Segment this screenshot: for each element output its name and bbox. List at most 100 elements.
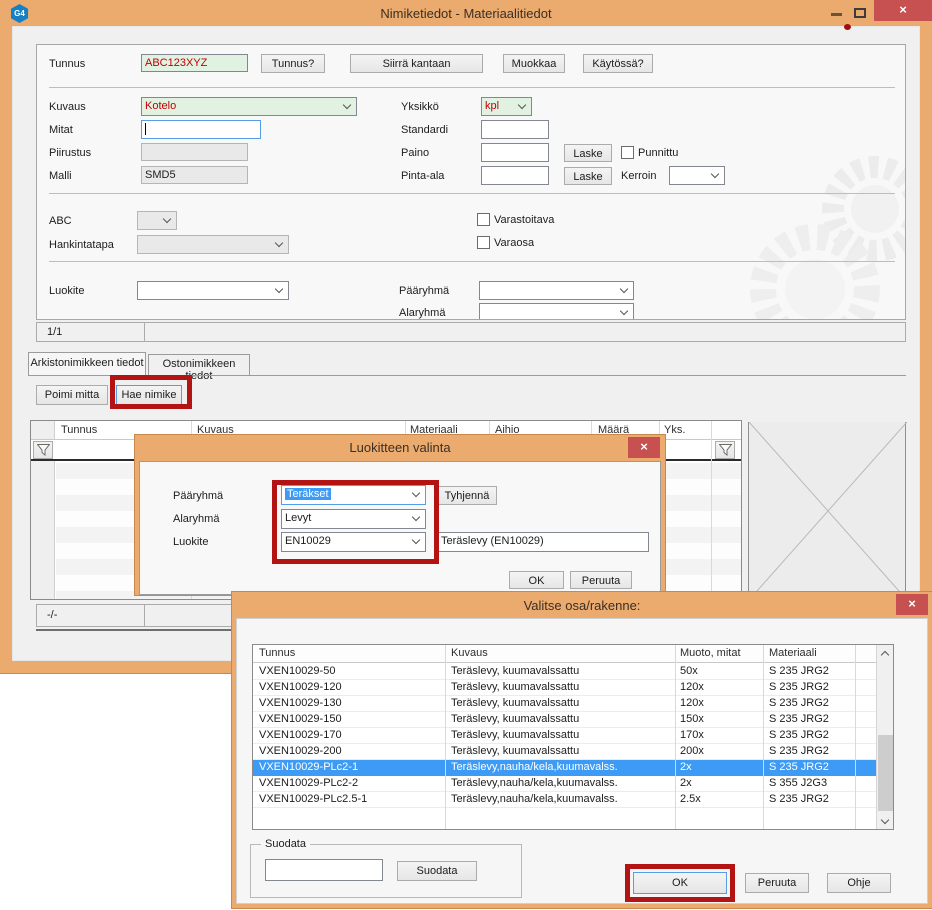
laske-paino-button[interactable]: Laske [564,144,612,162]
table-cell: S 235 JRG2 [769,713,853,725]
mitat-input[interactable] [141,120,261,139]
kaytossa-button[interactable]: Käytössä? [583,54,653,73]
maximize-button[interactable] [849,4,871,22]
laske-pinta-ala-button[interactable]: Laske [564,167,612,185]
table-cell: S 235 JRG2 [769,745,853,757]
poimi-mitta-button[interactable]: Poimi mitta [36,385,108,405]
dlg-ok-button[interactable]: OK [509,571,564,589]
table-cell: Teräslevy, kuumavalssattu [451,745,671,757]
suodata-input[interactable] [265,859,383,881]
tunnus-input[interactable]: ABC123XYZ [141,54,248,72]
paaryhma-combobox[interactable] [479,281,634,300]
table-row[interactable]: VXEN10029-130Teräslevy, kuumavalssattu12… [253,696,876,712]
chevron-down-icon [620,285,628,293]
divider [49,193,895,194]
status-count: -/- [47,609,57,621]
column-separator [711,421,712,599]
scroll-down-button[interactable] [877,813,894,829]
column-separator [763,645,764,829]
parts-header-muoto[interactable]: Muoto, mitat [680,647,741,659]
table-row[interactable]: VXEN10029-PLc2-1Teräslevy,nauha/kela,kuu… [253,760,876,776]
valitse-ohje-button[interactable]: Ohje [827,873,891,893]
dlg-luokite-combobox[interactable]: EN10029 [281,532,426,552]
kerroin-label: Kerroin [621,170,656,182]
column-separator [445,645,446,829]
scroll-thumb[interactable] [878,735,893,811]
divider [49,87,895,88]
varaosa-checkbox[interactable] [477,236,490,249]
hankintatapa-combobox[interactable] [137,235,289,254]
filter-funnel-button-left[interactable] [33,441,53,459]
valitse-dialog-close-button[interactable]: × [896,594,928,615]
table-row[interactable]: VXEN10029-PLc2.5-1Teräslevy,nauha/kela,k… [253,792,876,808]
punnittu-checkbox[interactable] [621,146,634,159]
preview-placeholder [748,422,906,600]
luokite-dialog-close-button[interactable]: × [628,437,660,458]
main-titlebar[interactable]: G4 Nimiketiedot - Materiaalitiedot × [0,0,932,26]
hae-nimike-button[interactable]: Hae nimike [116,385,182,405]
placeholder-cross-icon [749,422,907,600]
scroll-up-button[interactable] [877,645,894,661]
table-cell: S 235 JRG2 [769,665,853,677]
paino-input[interactable] [481,143,549,162]
chevron-down-icon [275,285,283,293]
valitse-peruuta-button[interactable]: Peruuta [745,873,809,893]
table-cell: Teräslevy,nauha/kela,kuumavalss. [451,793,671,805]
parts-header-tunnus[interactable]: Tunnus [259,647,295,659]
dlg-luokite-desc-input[interactable]: Teräslevy (EN10029) [437,532,649,552]
chevron-down-icon [275,239,283,247]
table-row[interactable]: VXEN10029-200Teräslevy, kuumavalssattu20… [253,744,876,760]
dlg-alaryhma-label: Alaryhmä [173,513,219,525]
dlg-alaryhma-combobox[interactable]: Levyt [281,509,426,529]
kuvaus-combobox[interactable]: Kotelo [141,97,357,116]
table-row[interactable]: VXEN10029-120Teräslevy, kuumavalssattu12… [253,680,876,696]
table-row[interactable]: VXEN10029-170Teräslevy, kuumavalssattu17… [253,728,876,744]
pinta-ala-input[interactable] [481,166,549,185]
dlg-paaryhma-combobox[interactable]: Teräkset [281,485,426,505]
dlg-paaryhma-value: Teräkset [285,488,331,500]
alaryhma-combobox[interactable] [479,303,634,320]
table-row[interactable]: VXEN10029-150Teräslevy, kuumavalssattu15… [253,712,876,728]
valitse-ok-button[interactable]: OK [633,872,727,894]
table-cell: S 355 J2G3 [769,777,853,789]
table-row[interactable]: VXEN10029-50Teräslevy, kuumavalssattu50x… [253,664,876,680]
screen: G4 Nimiketiedot - Materiaalitiedot × Tun… [0,0,932,910]
parts-header-materiaali[interactable]: Materiaali [769,647,817,659]
dlg-peruuta-button[interactable]: Peruuta [570,571,632,589]
parts-header-kuvaus[interactable]: Kuvaus [451,647,488,659]
grid-header-yks[interactable]: Yks. [664,424,685,436]
paaryhma-label: Pääryhmä [399,285,449,297]
table-cell: Teräslevy, kuumavalssattu [451,729,671,741]
malli-input: SMD5 [141,166,248,184]
chevron-down-icon [343,101,351,109]
abc-combobox[interactable] [137,211,177,230]
luokite-combobox[interactable] [137,281,289,300]
vertical-scrollbar[interactable] [876,645,893,829]
tab-arkistonimikkeen-tiedot[interactable]: Arkistonimikkeen tiedot [28,352,146,375]
valitse-dialog-title: Valitse osa/rakenne: [232,598,932,613]
tab-baseline [28,375,906,376]
grid-header-tunnus[interactable]: Tunnus [61,424,97,436]
kerroin-combobox[interactable] [669,166,725,185]
kuvaus-value: Kotelo [145,100,176,112]
close-button[interactable]: × [874,0,932,21]
minimize-button[interactable] [826,4,848,22]
table-cell: Teräslevy, kuumavalssattu [451,665,671,677]
standardi-input[interactable] [481,120,549,139]
luokite-dialog: Luokitteen valinta × Pääryhmä Teräkset T… [135,435,665,595]
table-cell: 2x [680,777,760,789]
siirra-kantaan-button[interactable]: Siirrä kantaan [350,54,483,73]
table-cell: 170x [680,729,760,741]
filter-funnel-button-right[interactable] [715,441,735,459]
yksikko-combobox[interactable]: kpl [481,97,532,116]
suodata-button[interactable]: Suodata [397,861,477,881]
tunnus-question-button[interactable]: Tunnus? [261,54,325,73]
varastoitava-checkbox[interactable] [477,213,490,226]
tyhjenna-button[interactable]: Tyhjennä [437,486,497,505]
table-cell: VXEN10029-150 [259,713,441,725]
muokkaa-button[interactable]: Muokkaa [503,54,565,73]
table-cell: VXEN10029-PLc2-2 [259,777,441,789]
status-divider [144,605,145,626]
table-row[interactable]: VXEN10029-PLc2-2Teräslevy,nauha/kela,kuu… [253,776,876,792]
tab-ostonimikkeen-tiedot[interactable]: Ostonimikkeen tiedot [148,354,250,375]
